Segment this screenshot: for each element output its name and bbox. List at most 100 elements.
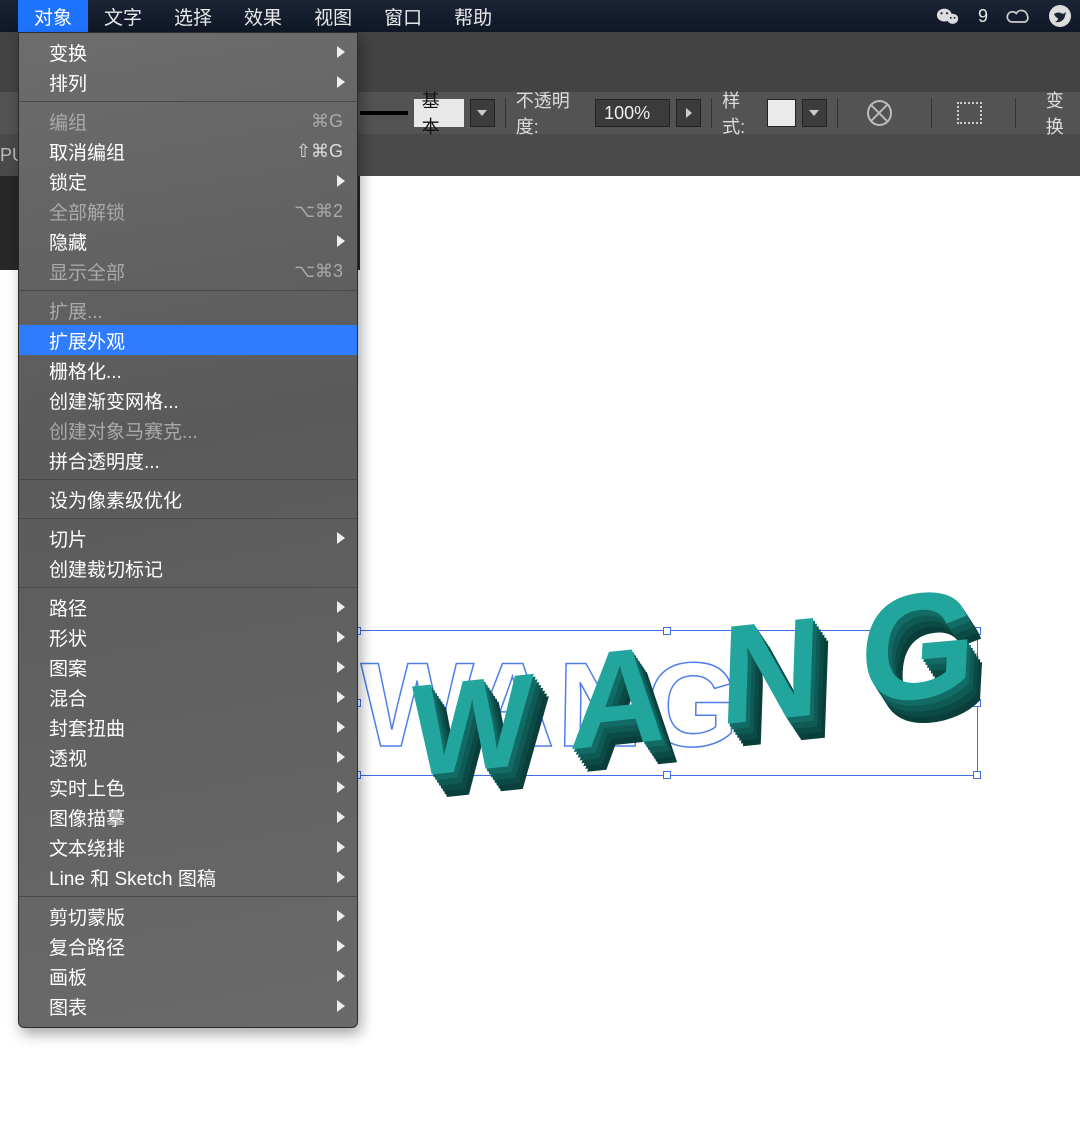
menu-item-shortcut: ⌥⌘2 [294,201,343,222]
menu-item: 扩展... [19,295,357,325]
menu-separator [19,290,357,291]
bird-icon[interactable] [1048,4,1072,28]
menu-item: 创建对象马赛克... [19,415,357,445]
menu-item-label: Line 和 Sketch 图稿 [49,864,343,891]
menu-separator [19,896,357,897]
menu-item[interactable]: 图案 [19,652,357,682]
menu-item[interactable]: 形状 [19,622,357,652]
stroke-preset-dropdown[interactable] [470,99,495,127]
menu-item[interactable]: 剪切蒙版 [19,901,357,931]
menu-item[interactable]: Line 和 Sketch 图稿 [19,862,357,892]
extruded-char: A [568,614,670,781]
style-label: 样式: [722,87,761,139]
submenu-arrow-icon [337,532,345,544]
menu-item[interactable]: 拼合透明度... [19,445,357,475]
menu-separator [19,518,357,519]
menu-separator [19,479,357,480]
menu-item-label: 全部解锁 [49,198,294,225]
menu-item[interactable]: 实时上色 [19,772,357,802]
menu-item[interactable]: 图表 [19,991,357,1021]
stroke-preset[interactable]: 基本 [414,99,464,127]
menu-item[interactable]: 画板 [19,961,357,991]
menubar: 对象 文字 选择 效果 视图 窗口 帮助 9 [0,0,1080,32]
menu-item-label: 排列 [49,69,343,96]
menu-item-shortcut: ⌥⌘3 [294,261,343,282]
menu-item-label: 图表 [49,993,343,1020]
menu-item-label: 剪切蒙版 [49,903,343,930]
transform-button[interactable]: 变换 [1046,87,1080,139]
extruded-char: W [408,643,535,807]
extruded-char: G [856,554,981,739]
submenu-arrow-icon [337,811,345,823]
menu-item-label: 图案 [49,654,343,681]
menu-item[interactable]: 切片 [19,523,357,553]
menu-item[interactable]: 隐藏 [19,226,357,256]
menu-effect[interactable]: 效果 [228,0,298,32]
menu-window[interactable]: 窗口 [368,0,438,32]
object-menu: 变换排列编组⌘G取消编组⇧⌘G锁定全部解锁⌥⌘2隐藏显示全部⌥⌘3扩展...扩展… [18,32,358,1028]
menu-view[interactable]: 视图 [298,0,368,32]
opacity-value[interactable]: 100% [595,99,670,127]
menu-item-label: 扩展外观 [49,327,343,354]
menu-item[interactable]: 取消编组⇧⌘G [19,136,357,166]
menu-item-label: 实时上色 [49,774,343,801]
menu-item-label: 透视 [49,744,343,771]
menu-item-label: 锁定 [49,168,343,195]
extruded-text[interactable]: WANG [400,590,1020,830]
menu-item-label: 复合路径 [49,933,343,960]
submenu-arrow-icon [337,871,345,883]
canvas-artwork: WANG WANG [360,600,980,800]
menu-item[interactable]: 复合路径 [19,931,357,961]
menu-item[interactable]: 设为像素级优化 [19,484,357,514]
submenu-arrow-icon [337,661,345,673]
menu-item[interactable]: 图像描摹 [19,802,357,832]
submenu-arrow-icon [337,76,345,88]
menu-text[interactable]: 文字 [88,0,158,32]
menu-item[interactable]: 路径 [19,592,357,622]
menu-item: 全部解锁⌥⌘2 [19,196,357,226]
opacity-label: 不透明度: [516,87,589,139]
status-tray: 9 [936,4,1080,28]
menu-item[interactable]: 锁定 [19,166,357,196]
bounds-icon[interactable] [957,102,982,124]
menu-item[interactable]: 创建渐变网格... [19,385,357,415]
menu-help[interactable]: 帮助 [438,0,508,32]
menu-item-label: 封套扭曲 [49,714,343,741]
menu-item[interactable]: 栅格化... [19,355,357,385]
submenu-arrow-icon [337,691,345,703]
stroke-preview[interactable] [360,111,408,115]
menu-item[interactable]: 混合 [19,682,357,712]
submenu-arrow-icon [337,601,345,613]
menu-item[interactable]: 排列 [19,67,357,97]
menu-item-label: 拼合透明度... [49,447,343,474]
menu-item[interactable]: 文本绕排 [19,832,357,862]
submenu-arrow-icon [337,175,345,187]
menu-item: 显示全部⌥⌘3 [19,256,357,286]
menu-select[interactable]: 选择 [158,0,228,32]
menu-item[interactable]: 透视 [19,742,357,772]
menu-item-label: 形状 [49,624,343,651]
opacity-stepper[interactable] [676,99,701,127]
style-swatch[interactable] [767,99,796,127]
menu-item-label: 创建对象马赛克... [49,417,343,444]
submenu-arrow-icon [337,781,345,793]
menu-item-label: 显示全部 [49,258,294,285]
style-dropdown[interactable] [802,99,827,127]
menu-item-label: 隐藏 [49,228,343,255]
submenu-arrow-icon [337,1000,345,1012]
menu-item-shortcut: ⌘G [311,111,343,132]
menu-item[interactable]: 创建裁切标记 [19,553,357,583]
menu-item-label: 文本绕排 [49,834,343,861]
menu-item-label: 扩展... [49,297,343,324]
wechat-icon[interactable] [936,4,960,28]
menu-item[interactable]: 封套扭曲 [19,712,357,742]
menu-item-label: 变换 [49,39,343,66]
submenu-arrow-icon [337,46,345,58]
submenu-arrow-icon [337,631,345,643]
recolor-icon[interactable] [867,100,892,126]
menu-item[interactable]: 变换 [19,37,357,67]
menu-item[interactable]: 扩展外观 [19,325,357,355]
menu-item-shortcut: ⇧⌘G [296,141,343,162]
creative-cloud-icon[interactable] [1006,4,1030,28]
menu-object[interactable]: 对象 [18,0,88,32]
